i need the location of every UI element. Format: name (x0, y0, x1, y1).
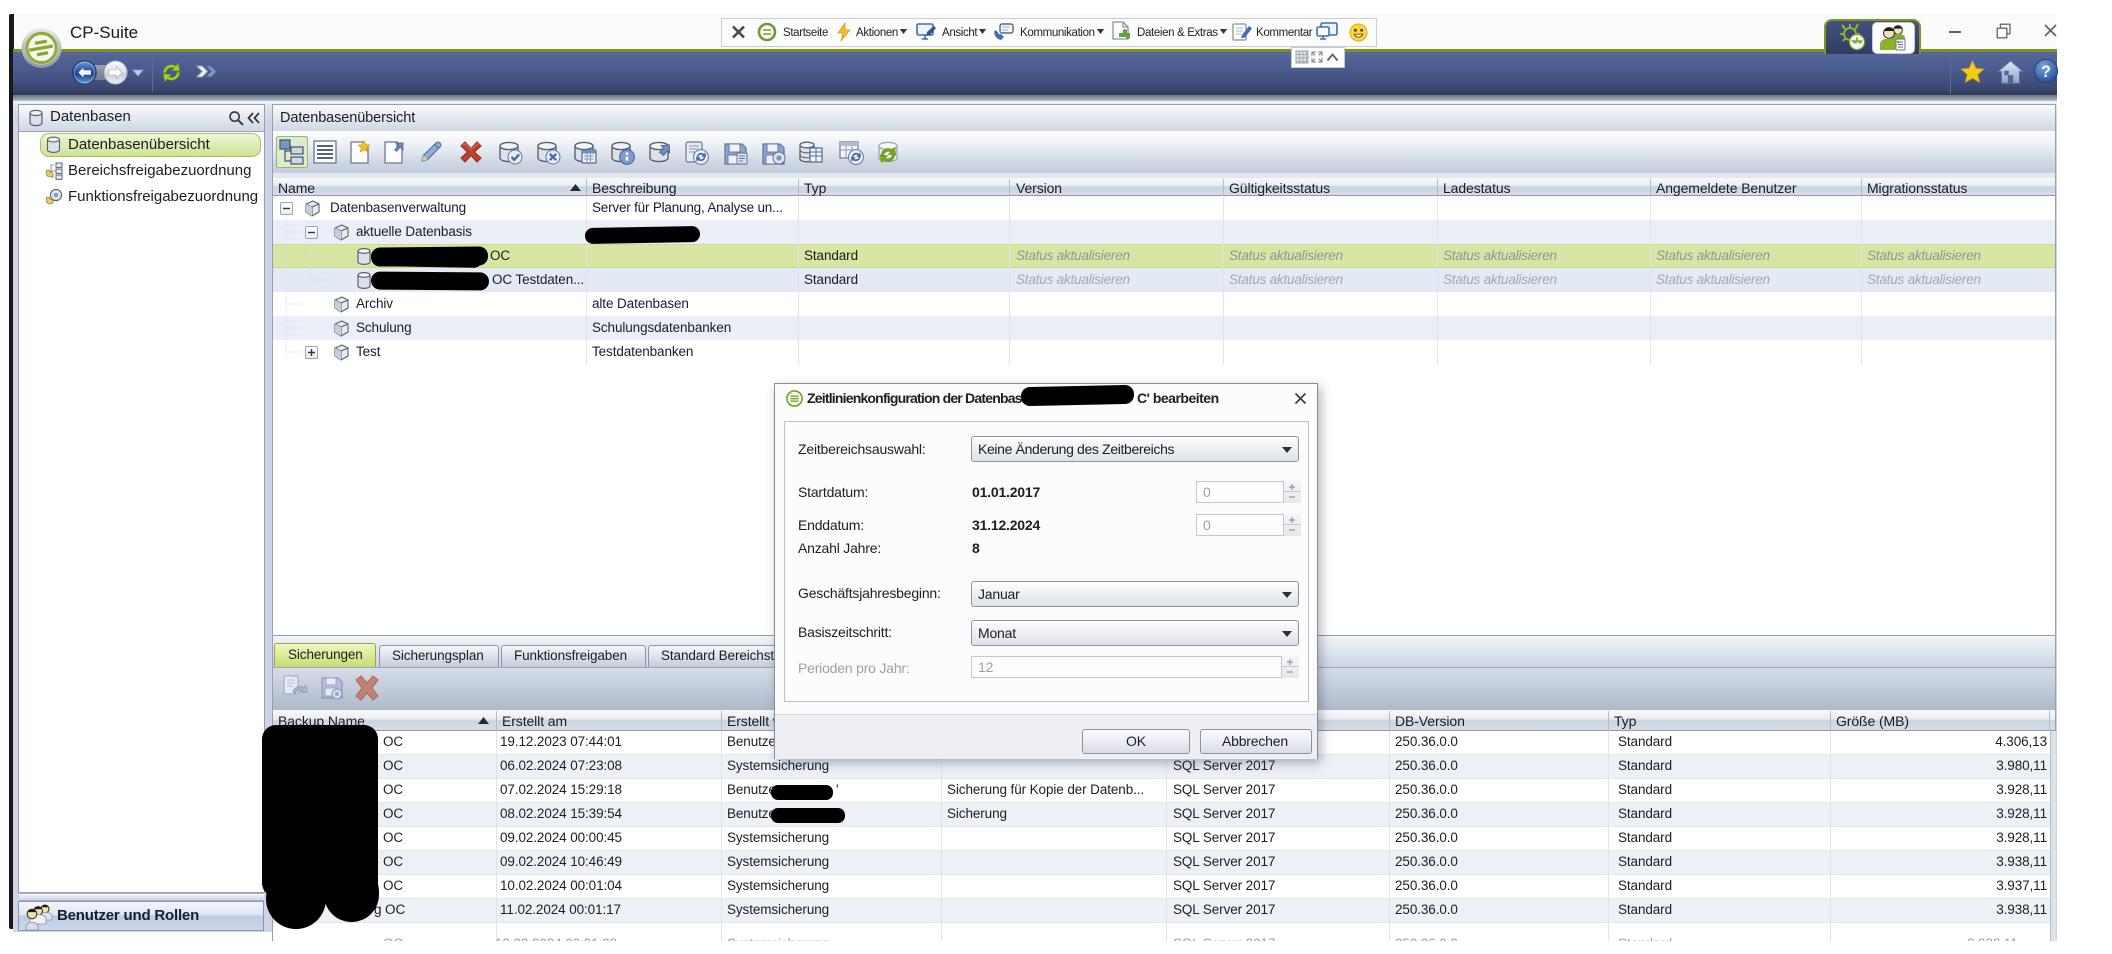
svg-text:?: ? (2041, 63, 2051, 81)
